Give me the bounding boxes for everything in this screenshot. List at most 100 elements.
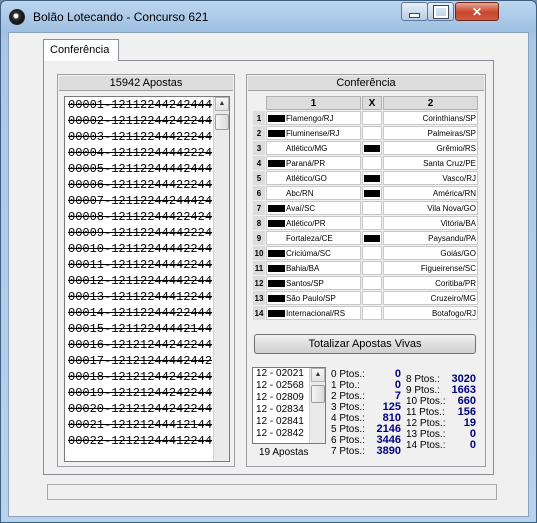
home-mark (268, 309, 285, 317)
draw-cell[interactable] (362, 126, 382, 140)
home-team-cell[interactable]: Bahia/BA (266, 261, 361, 275)
bet-row[interactable]: 00016-12121244242244 (65, 337, 229, 353)
bet-row[interactable]: 00018-12121244242244 (65, 369, 229, 385)
home-mark (268, 249, 285, 257)
bet-row[interactable]: 00012-12112244442244 (65, 273, 229, 289)
game-number: 14 (253, 306, 265, 320)
totalize-button[interactable]: Totalizar Apostas Vivas (254, 334, 476, 354)
away-team-cell[interactable]: Santa Cruz/PE (383, 156, 478, 170)
game-row: 13 São Paulo/SP Cruzeiro/MG (253, 291, 478, 305)
draw-mark (364, 280, 380, 287)
home-team-cell[interactable]: Atlético/MG (266, 141, 361, 155)
away-team-cell[interactable]: Grêmio/RS (383, 141, 478, 155)
draw-cell[interactable] (362, 306, 382, 320)
games-corner (253, 96, 265, 110)
conferencia-panel-header: Conferência (248, 76, 484, 91)
away-team-cell[interactable]: Figueirense/SC (383, 261, 478, 275)
bet-row[interactable]: 00019-12121244242244 (65, 385, 229, 401)
away-team: Corinthians/SP (422, 113, 476, 123)
away-team-cell[interactable]: Vasco/RJ (383, 171, 478, 185)
home-team-cell[interactable]: Fluminense/RJ (266, 126, 361, 140)
home-team-cell[interactable]: Abc/RN (266, 186, 361, 200)
bet-row[interactable]: 00002-12112244242244 (65, 113, 229, 129)
bet-row[interactable]: 00014-12112244422444 (65, 305, 229, 321)
app-window: Bolão Lotecando - Concurso 621 ✕ Conferê… (0, 0, 537, 523)
draw-mark (364, 174, 380, 182)
away-team-cell[interactable]: Corinthians/SP (383, 111, 478, 125)
bet-row[interactable]: 00010-12112244442244 (65, 241, 229, 257)
home-team-cell[interactable]: Paraná/PR (266, 156, 361, 170)
draw-cell[interactable] (362, 201, 382, 215)
bet-row[interactable]: 00008-12112244422424 (65, 209, 229, 225)
draw-mark (364, 234, 380, 242)
home-team: Fluminense/RJ (286, 128, 340, 138)
close-button[interactable]: ✕ (455, 2, 499, 21)
home-team-cell[interactable]: Atlético/PR (266, 216, 361, 230)
home-team-cell[interactable]: Fortaleza/CE (266, 231, 361, 245)
away-team-cell[interactable]: Vitória/BA (383, 216, 478, 230)
home-team-cell[interactable]: São Paulo/SP (266, 291, 361, 305)
home-team-cell[interactable]: Atlético/GO (266, 171, 361, 185)
scroll-thumb[interactable] (215, 114, 229, 130)
draw-cell[interactable] (362, 276, 382, 290)
home-team-cell[interactable]: Criciúma/SC (266, 246, 361, 260)
home-team-cell[interactable]: Santos/SP (266, 276, 361, 290)
maximize-button[interactable] (427, 2, 454, 21)
bet-row[interactable]: 00007-12112244244424 (65, 193, 229, 209)
draw-cell[interactable] (362, 261, 382, 275)
away-team-cell[interactable]: Vila Nova/GO (383, 201, 478, 215)
home-team-cell[interactable]: Avaí/SC (266, 201, 361, 215)
bet-row[interactable]: 00001-12112244242444 (65, 97, 229, 113)
draw-cell[interactable] (362, 156, 382, 170)
game-row: 11 Bahia/BA Figueirense/SC (253, 261, 478, 275)
away-team-cell[interactable]: Cruzeiro/MG (383, 291, 478, 305)
bet-row[interactable]: 00020-12121244242244 (65, 401, 229, 417)
live-scroll-up-icon[interactable]: ▲ (311, 368, 325, 382)
away-team: Santa Cruz/PE (423, 158, 476, 168)
minimize-button[interactable] (401, 2, 428, 21)
home-team-cell[interactable]: Flamengo/RJ (266, 111, 361, 125)
tab-conferencia[interactable]: Conferência (43, 39, 119, 61)
draw-cell[interactable] (362, 186, 382, 200)
bet-row[interactable]: 00011-12112244442244 (65, 257, 229, 273)
bet-row[interactable]: 00009-12112244442224 (65, 225, 229, 241)
title-bar[interactable]: Bolão Lotecando - Concurso 621 ✕ (1, 1, 536, 33)
bet-row[interactable]: 00003-12112244422244 (65, 129, 229, 145)
draw-cell[interactable] (362, 216, 382, 230)
home-team: Criciúma/SC (286, 248, 331, 258)
live-scroll-thumb[interactable] (311, 385, 325, 403)
away-team-cell[interactable]: Palmeiras/SP (383, 126, 478, 140)
home-mark (268, 159, 285, 167)
bets-list[interactable]: 00001-12112244242444 00002-12112244242244… (64, 96, 230, 462)
draw-cell[interactable] (362, 246, 382, 260)
bet-row[interactable]: 00017-12121244442442 (65, 353, 229, 369)
away-team-cell[interactable]: Paysandu/PA (383, 231, 478, 245)
bet-row[interactable]: 00022-12121244412244 (65, 433, 229, 449)
draw-cell[interactable] (362, 111, 382, 125)
away-team: Vila Nova/GO (427, 203, 476, 213)
bet-row[interactable]: 00021-12121244412144 (65, 417, 229, 433)
draw-cell[interactable] (362, 231, 382, 245)
away-team-cell[interactable]: Botafogo/RJ (383, 306, 478, 320)
home-team: Atlético/MG (286, 143, 328, 153)
bets-scrollbar[interactable]: ▲ (213, 97, 229, 461)
away-team-cell[interactable]: América/RN (383, 186, 478, 200)
home-team-cell[interactable]: Internacional/RS (266, 306, 361, 320)
scroll-up-arrow-icon[interactable]: ▲ (215, 97, 229, 111)
bet-row[interactable]: 00015-12112244442144 (65, 321, 229, 337)
draw-cell[interactable] (362, 291, 382, 305)
points-line: 7 Ptos.: 3890 (331, 445, 401, 457)
bet-row[interactable]: 00004-12112244442224 (65, 145, 229, 161)
away-team-cell[interactable]: Coritiba/PR (383, 276, 478, 290)
live-scrollbar[interactable]: ▲ (309, 368, 325, 443)
away-team-cell[interactable]: Goiás/GO (383, 246, 478, 260)
game-number: 5 (253, 171, 265, 185)
bet-row[interactable]: 00013-12112244412244 (65, 289, 229, 305)
bet-row[interactable]: 00005-12112244442444 (65, 161, 229, 177)
live-bets-list[interactable]: 12 - 02021 12 - 02568 12 - 02809 12 - 02834… (252, 367, 326, 444)
draw-cell[interactable] (362, 141, 382, 155)
away-team: Paysandu/PA (428, 233, 476, 243)
game-number: 8 (253, 216, 265, 230)
draw-cell[interactable] (362, 171, 382, 185)
bet-row[interactable]: 00006-12112244422244 (65, 177, 229, 193)
